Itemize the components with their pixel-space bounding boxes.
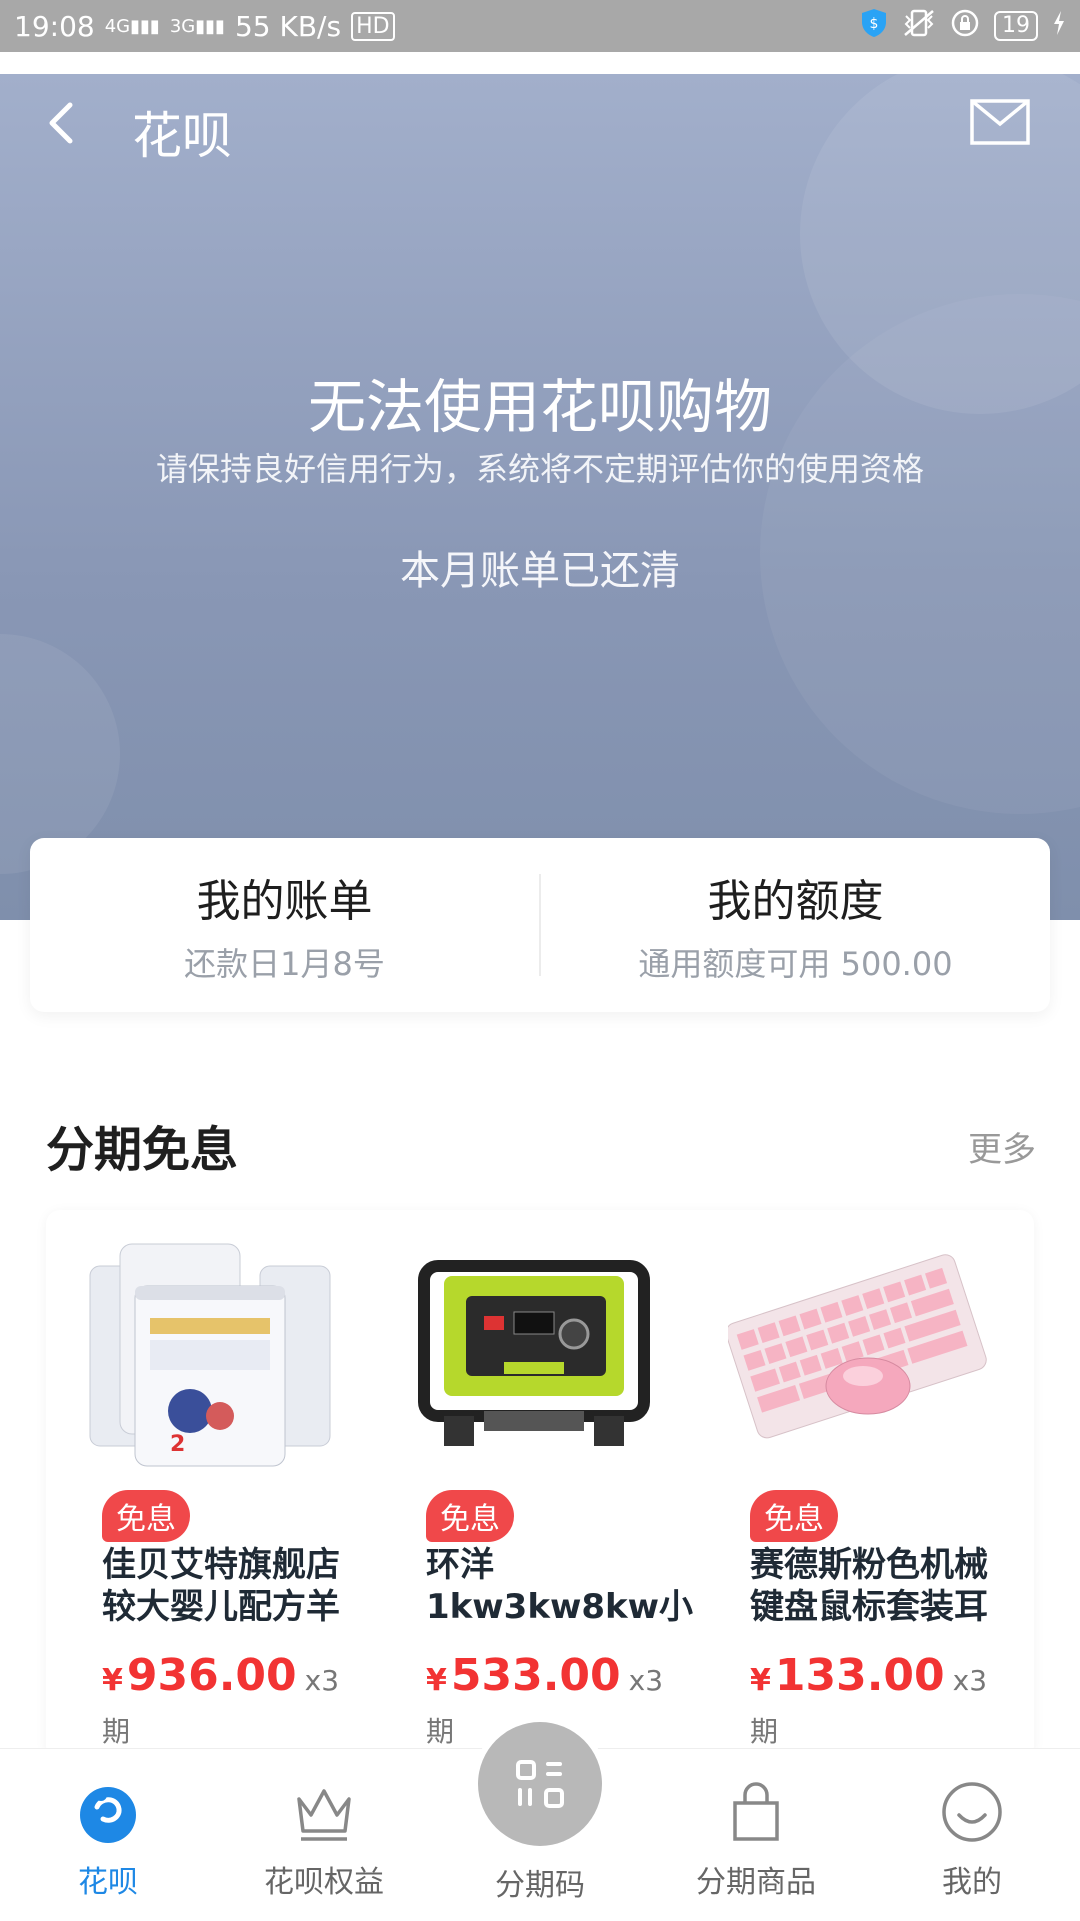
battery-icon: 19 bbox=[994, 11, 1038, 41]
shield-icon: $ bbox=[860, 8, 888, 45]
page-title: 花呗 bbox=[132, 107, 232, 165]
nav-item-installment-goods[interactable]: 分期商品 bbox=[648, 1749, 864, 1921]
status-headline: 无法使用花呗购物 bbox=[307, 373, 772, 441]
nav-item-benefits[interactable]: 花呗权益 bbox=[216, 1749, 432, 1921]
svg-text:$: $ bbox=[870, 16, 879, 32]
product-price: ¥936.00 x3期 bbox=[102, 1650, 366, 1752]
crown-icon bbox=[297, 1789, 351, 1841]
nav-item-huabei[interactable]: 花呗 bbox=[0, 1749, 216, 1921]
rotation-lock-icon bbox=[950, 8, 980, 45]
hd-icon: HD bbox=[351, 11, 395, 41]
product-name: 佳贝艾特旗舰店较大婴儿配方羊奶… bbox=[102, 1545, 340, 1627]
product-card[interactable]: 2 免息 佳贝艾特旗舰店较大婴儿配方羊奶… ¥936.00x3期 bbox=[66, 1210, 366, 1760]
product-list: 2 免息 佳贝艾特旗舰店较大婴儿配方羊奶… ¥936.00x3期 bbox=[46, 1210, 1034, 1760]
more-link[interactable]: 更多 bbox=[968, 1122, 1036, 1171]
nav-label: 分期码 bbox=[495, 1868, 585, 1903]
my-bill-title: 我的账单 bbox=[196, 876, 373, 927]
nav-label: 花呗权益 bbox=[264, 1865, 384, 1900]
network-speed: 55 KB/s bbox=[234, 9, 342, 43]
installment-code-button[interactable] bbox=[478, 1722, 602, 1846]
product-name: 赛德斯粉色机械键盘鼠标套装耳机… bbox=[750, 1545, 988, 1627]
huabei-icon bbox=[80, 1787, 136, 1843]
interest-free-badge: 免息 bbox=[750, 1490, 838, 1542]
status-bar: 19:08 4G▮▮▮ 3G▮▮▮ 55 KB/s HD $ 19 bbox=[0, 0, 1080, 52]
generator-image bbox=[404, 1236, 664, 1468]
interest-free-badge: 免息 bbox=[426, 1490, 514, 1542]
currency-symbol: ¥ bbox=[426, 1663, 447, 1698]
product-price: ¥133.00 x3期 bbox=[750, 1650, 1014, 1752]
message-button[interactable] bbox=[970, 98, 1030, 148]
status-subline: 请保持良好信用行为，系统将不定期评估你的使用资格 bbox=[155, 450, 924, 488]
repayment-date: 还款日1月8号 bbox=[184, 945, 385, 983]
hero-header: 花呗 无法使用花呗购物 请保持良好信用行为，系统将不定期评估你的使用资格 本月账… bbox=[0, 74, 1080, 920]
svg-text:2: 2 bbox=[170, 1432, 185, 1457]
mail-icon bbox=[970, 99, 1030, 145]
smile-icon bbox=[942, 1782, 1002, 1842]
currency-symbol: ¥ bbox=[102, 1663, 123, 1698]
my-limit-title: 我的额度 bbox=[707, 876, 884, 927]
bill-card: 我的账单 还款日1月8号 我的额度 通用额度可用 500.00 bbox=[30, 838, 1050, 1012]
product-name: 环洋1kw3kw8kw小型家用单相天… bbox=[426, 1545, 694, 1627]
price-value: 936.00 bbox=[126, 1650, 297, 1701]
section-title: 分期免息 bbox=[46, 1122, 239, 1178]
bill-status: 本月账单已还清 bbox=[400, 548, 680, 594]
status-time: 19:08 bbox=[14, 9, 95, 43]
currency-symbol: ¥ bbox=[750, 1663, 771, 1698]
signal-icon-2: 3G▮▮▮ bbox=[169, 15, 225, 37]
price-value: 533.00 bbox=[450, 1650, 621, 1701]
available-limit: 通用额度可用 500.00 bbox=[638, 945, 953, 983]
nav-label: 分期商品 bbox=[696, 1865, 816, 1900]
vibrate-icon bbox=[902, 8, 936, 45]
back-button[interactable] bbox=[40, 99, 88, 147]
charging-icon bbox=[1052, 10, 1066, 43]
product-card[interactable]: 免息 环洋1kw3kw8kw小型家用单相天… ¥533.00x3期 bbox=[390, 1210, 693, 1760]
status-divider bbox=[0, 52, 1080, 74]
qr-code-icon bbox=[516, 1760, 564, 1808]
product-card[interactable]: 免息 赛德斯粉色机械键盘鼠标套装耳机… ¥133.00x3期 bbox=[714, 1210, 1014, 1760]
nav-label: 我的 bbox=[942, 1865, 1002, 1900]
my-limit-button[interactable]: 我的额度 通用额度可用 500.00 bbox=[541, 838, 1050, 1012]
chevron-left-icon bbox=[49, 102, 73, 144]
interest-free-badge: 免息 bbox=[102, 1490, 190, 1542]
price-value: 133.00 bbox=[774, 1650, 945, 1701]
nav-item-mine[interactable]: 我的 bbox=[864, 1749, 1080, 1921]
milk-powder-image: 2 bbox=[80, 1236, 340, 1468]
shopping-bag-icon bbox=[733, 1782, 779, 1841]
my-bill-button[interactable]: 我的账单 还款日1月8号 bbox=[30, 838, 539, 1012]
signal-icon: 4G▮▮▮ bbox=[104, 15, 160, 37]
nav-label: 花呗 bbox=[78, 1865, 138, 1900]
keyboard-mouse-image bbox=[725, 1236, 988, 1468]
